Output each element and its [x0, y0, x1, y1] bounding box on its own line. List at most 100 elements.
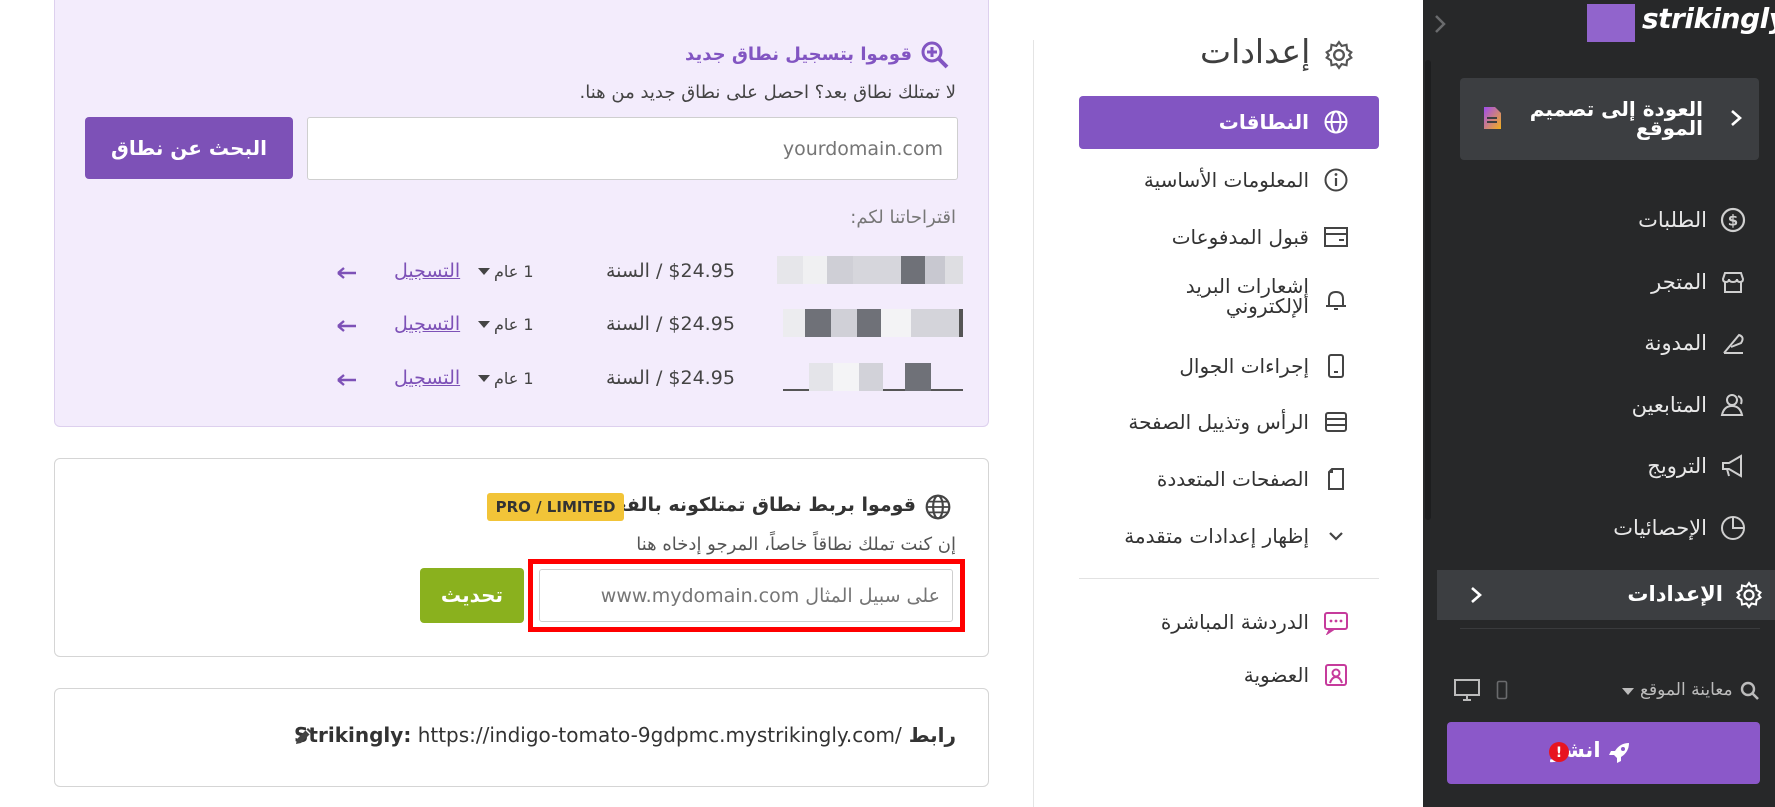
sidebar-item-followers[interactable]: المتابعين: [1440, 385, 1759, 425]
alert-badge: !: [1548, 741, 1570, 763]
sidebar-item-orders[interactable]: الطلبات $: [1440, 200, 1759, 240]
publish-button[interactable]: انشر !: [1447, 722, 1760, 784]
register-link[interactable]: التسجيل: [394, 260, 460, 282]
sidebar-item-label: الإعدادات: [1627, 582, 1723, 606]
settings-nav-label: العضوية: [1243, 663, 1309, 687]
arrow-left-icon: [336, 319, 358, 333]
arrow-left-icon: [336, 373, 358, 387]
gear-icon: [1324, 40, 1354, 70]
chat-icon: [1323, 609, 1349, 635]
sidebar-item-label: المدونة: [1644, 331, 1707, 355]
sidebar-item-label: الإحصائيات: [1613, 516, 1707, 540]
globe-icon: [924, 493, 952, 521]
sidebar-item-label: الترويج: [1647, 454, 1707, 478]
search-icon: [1740, 681, 1760, 701]
list-item: $24.95 / السنة 1 عام التسجيل: [54, 252, 989, 292]
sidebar-item-promotion[interactable]: الترويج: [1440, 446, 1759, 486]
pro-limited-badge: PRO / LIMITED: [487, 493, 624, 521]
settings-nav-membership[interactable]: العضوية: [1079, 649, 1379, 702]
settings-nav-payments[interactable]: قبول المدفوعات: [1079, 211, 1379, 264]
update-button[interactable]: تحديث: [420, 568, 524, 623]
highlight-box: [528, 559, 965, 632]
list-item: $24.95 / السنة 1 عام التسجيل: [54, 305, 989, 345]
info-icon: [1323, 167, 1349, 193]
years-select[interactable]: 1 عام: [494, 262, 534, 281]
caret-down-icon: [478, 321, 490, 329]
pages-icon: [1323, 466, 1349, 492]
sidebar-item-label: المتجر: [1651, 270, 1707, 294]
domain-price: $24.95 / السنة: [606, 367, 735, 389]
settings-nav-label: الدردشة المباشرة: [1160, 610, 1309, 634]
register-link[interactable]: التسجيل: [394, 367, 460, 389]
register-domain-subtitle: لا تمتلك نطاق بعد؟ احصل على نطاق جديد من…: [579, 82, 956, 103]
search-domain-button[interactable]: البحث عن نطاق: [85, 117, 293, 179]
pie-chart-icon: [1719, 514, 1747, 542]
card-icon: [1323, 224, 1349, 250]
connect-domain-subtitle: إن كنت تملك نطاقاً خاصاً، المرجو إدخاه ه…: [636, 534, 956, 555]
back-to-editor-label: العودة إلى تصميم الموقع: [1529, 97, 1703, 140]
settings-nav-label: النطاقات: [1218, 110, 1309, 134]
sidebar-scrollbar[interactable]: [1425, 60, 1431, 520]
register-link[interactable]: التسجيل: [394, 313, 460, 335]
caret-down-icon: [478, 268, 490, 276]
connect-domain-card: قوموا بربط نطاق تمتلكونه بالفعل PRO / LI…: [54, 458, 989, 657]
chevron-right-icon: [1469, 585, 1483, 605]
store-icon: [1719, 268, 1747, 296]
svg-text:$: $: [1728, 212, 1738, 230]
zoom-in-icon: [920, 40, 950, 70]
sidebar-item-stats[interactable]: الإحصائيات: [1440, 508, 1759, 548]
domain-price: $24.95 / السنة: [606, 313, 735, 335]
years-select[interactable]: 1 عام: [494, 315, 534, 334]
register-domain-title: قوموا بتسجيل نطاق جديد: [685, 44, 912, 65]
settings-nav-label: قبول المدفوعات: [1171, 225, 1309, 249]
blurred-domain-name: [783, 309, 963, 337]
rocket-icon: [1607, 741, 1631, 765]
globe-icon: [1323, 109, 1349, 135]
years-select[interactable]: 1 عام: [494, 369, 534, 388]
expand-sidebar-icon[interactable]: [1431, 12, 1449, 36]
settings-nav-show-advanced[interactable]: إظهار إعدادات متقدمة: [1079, 510, 1379, 563]
settings-nav-header-footer[interactable]: الرأس وتذييل الصفحة: [1079, 396, 1379, 449]
connect-domain-title: قوموا بربط نطاق تمتلكونه بالفعل: [599, 494, 916, 516]
pencil-icon[interactable]: [293, 725, 315, 747]
column-divider: [1033, 40, 1034, 807]
caret-down-icon: [1622, 688, 1634, 696]
domain-search-input[interactable]: [307, 117, 958, 180]
logo-text: strikingly: [1642, 2, 1775, 35]
sidebar-item-blog[interactable]: المدونة: [1440, 323, 1759, 363]
settings-nav-mobile-actions[interactable]: إجراءات الجوال: [1079, 340, 1379, 393]
feather-icon: [1719, 329, 1747, 357]
preview-site-dropdown[interactable]: معاينة الموقع: [1640, 680, 1733, 700]
sidebar-item-label: المتابعين: [1631, 393, 1707, 417]
dollar-icon: $: [1719, 206, 1747, 234]
users-icon: [1719, 391, 1747, 419]
blurred-domain-name: [783, 363, 963, 391]
settings-nav-multiple-pages[interactable]: الصفحات المتعددة: [1079, 453, 1379, 506]
chevron-down-icon: [1323, 523, 1349, 549]
settings-nav-divider: [1079, 578, 1379, 579]
blurred-domain-name: [777, 256, 963, 284]
site-url-line: رابط Strikingly: https://indigo-tomato-9…: [294, 723, 956, 747]
list-item: $24.95 / السنة 1 عام التسجيل: [54, 359, 989, 399]
chevron-right-icon: [1729, 108, 1743, 128]
domain-price: $24.95 / السنة: [606, 260, 735, 282]
back-to-editor-button[interactable]: العودة إلى تصميم الموقع: [1460, 78, 1759, 160]
gear-icon: [1735, 581, 1763, 609]
settings-nav-basic-info[interactable]: المعلومات الأساسية: [1079, 154, 1379, 207]
site-url-card: رابط Strikingly: https://indigo-tomato-9…: [54, 688, 989, 787]
alert-badge-text: !: [1556, 745, 1562, 761]
suggestions-title: اقتراحاتنا لكم:: [850, 207, 956, 228]
page-title: إعدادات: [1200, 32, 1311, 71]
megaphone-icon: [1719, 452, 1747, 480]
sidebar-item-store[interactable]: المتجر: [1440, 262, 1759, 302]
settings-nav-email-notifications[interactable]: إشعارات البريد الإلكتروني: [1079, 274, 1379, 327]
sidebar-divider: [1460, 628, 1760, 629]
desktop-icon[interactable]: [1453, 678, 1481, 702]
settings-nav-domains[interactable]: النطاقات: [1079, 96, 1379, 149]
caret-down-icon: [478, 375, 490, 383]
mobile-icon[interactable]: [1496, 680, 1508, 700]
sidebar-item-label: الطلبات: [1638, 208, 1707, 232]
settings-nav-live-chat[interactable]: الدردشة المباشرة: [1079, 596, 1379, 649]
sidebar-item-settings[interactable]: الإعدادات: [1437, 570, 1775, 620]
settings-nav-label: إجراءات الجوال: [1179, 354, 1309, 378]
